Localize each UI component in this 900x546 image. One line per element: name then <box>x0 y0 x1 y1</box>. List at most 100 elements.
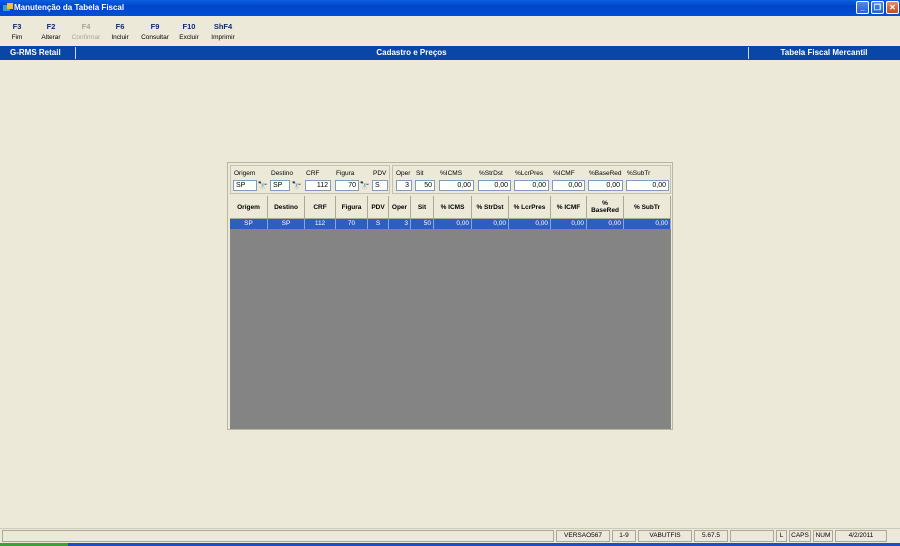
cell-crf: 112 <box>305 219 336 229</box>
grid-header: Origem Destino CRF Figura PDV Oper Sit %… <box>230 196 671 219</box>
pdv-field[interactable]: S <box>372 180 388 191</box>
module-panel: VABUTFIS <box>638 530 692 542</box>
cell-lcrpres: 0,00 <box>509 219 551 229</box>
app-icon <box>3 3 13 11</box>
lock-indicator: L <box>776 530 787 542</box>
col-header-lcrpres[interactable]: % LcrPres <box>509 196 551 219</box>
origem-field[interactable]: SP <box>233 180 257 191</box>
window-title: Manutenção da Tabela Fiscal <box>14 3 125 12</box>
icms-label: %ICMS <box>440 170 463 177</box>
col-header-icmf[interactable]: % ICMF <box>551 196 587 219</box>
cell-icmf: 0,00 <box>551 219 587 229</box>
col-header-pdv[interactable]: PDV <box>368 196 389 219</box>
col-header-icms[interactable]: % ICMS <box>434 196 472 219</box>
fiscal-grid[interactable]: Origem Destino CRF Figura PDV Oper Sit %… <box>230 196 671 429</box>
sit-label: Sit <box>416 170 424 177</box>
section-title: Cadastro e Preços <box>376 48 447 57</box>
col-header-strdst[interactable]: % StrDst <box>472 196 509 219</box>
screen-title: Tabela Fiscal Mercantil <box>780 48 868 57</box>
confirmar-key: F4 <box>81 22 91 31</box>
oper-label: Oper <box>396 170 411 177</box>
pdv-label: PDV <box>373 170 387 177</box>
incluir-key: F6 <box>115 22 125 31</box>
empty-panel <box>730 530 774 542</box>
figura-search-icon[interactable]: 🔭 <box>359 180 370 191</box>
crf-field[interactable]: 112 <box>305 180 331 191</box>
col-header-destino[interactable]: Destino <box>268 196 305 219</box>
figura-label: Figura <box>336 170 355 177</box>
build-panel: 5.67.5 <box>694 530 728 542</box>
destino-search-icon[interactable]: 🔭 <box>291 180 302 191</box>
figura-field[interactable]: 70 <box>335 180 359 191</box>
fiscal-table-panel: Origem SP 🔭 Destino SP 🔭 CRF 112 Figura … <box>227 162 673 430</box>
module-header: G-RMS Retail Cadastro e Preços Tabela Fi… <box>0 46 900 60</box>
destino-label: Destino <box>271 170 294 177</box>
imprimir-key: ShF4 <box>213 22 233 31</box>
cell-subtr: 0,00 <box>624 219 671 229</box>
table-row[interactable]: SP SP 112 70 S 3 50 0,00 0,00 0,00 0,00 … <box>230 219 671 229</box>
confirmar-label: Confirmar <box>71 34 101 41</box>
minimize-button[interactable]: _ <box>856 1 869 14</box>
cell-strdst: 0,00 <box>472 219 509 229</box>
cell-icms: 0,00 <box>434 219 472 229</box>
incluir-button[interactable]: F6 Incluir <box>109 22 131 41</box>
col-header-basered[interactable]: % BaseRed <box>587 196 624 219</box>
incluir-label: Incluir <box>111 34 129 41</box>
cell-basered: 0,00 <box>587 219 624 229</box>
col-header-oper[interactable]: Oper <box>389 196 411 219</box>
col-header-sit[interactable]: Sit <box>411 196 434 219</box>
filter-bar: Origem SP 🔭 Destino SP 🔭 CRF 112 Figura … <box>230 165 671 195</box>
excluir-label: Excluir <box>179 34 199 41</box>
col-header-origem[interactable]: Origem <box>230 196 268 219</box>
crf-label: CRF <box>306 170 320 177</box>
cell-origem: SP <box>230 219 268 229</box>
fim-label: Fim <box>11 34 23 41</box>
basered-field[interactable]: 0,00 <box>588 180 623 191</box>
cell-destino: SP <box>268 219 305 229</box>
subtr-field[interactable]: 0,00 <box>626 180 669 191</box>
status-message <box>2 530 554 542</box>
cell-figura: 70 <box>336 219 368 229</box>
lcrpres-field[interactable]: 0,00 <box>514 180 549 191</box>
num-indicator: NUM <box>813 530 833 542</box>
consultar-key: F9 <box>150 22 160 31</box>
icmf-label: %ICMF <box>553 170 575 177</box>
alterar-label: Alterar <box>41 34 61 41</box>
cell-oper: 3 <box>389 219 411 229</box>
excluir-button[interactable]: F10 Excluir <box>177 22 201 41</box>
strdst-field[interactable]: 0,00 <box>478 180 511 191</box>
alterar-button[interactable]: F2 Alterar <box>39 22 63 41</box>
key-filter-group: Origem SP 🔭 Destino SP 🔭 CRF 112 Figura … <box>230 165 390 194</box>
subtr-label: %SubTr <box>627 170 651 177</box>
col-header-figura[interactable]: Figura <box>336 196 368 219</box>
col-header-crf[interactable]: CRF <box>305 196 336 219</box>
confirmar-button[interactable]: F4 Confirmar <box>70 22 102 41</box>
close-button[interactable]: ✕ <box>886 1 899 14</box>
fim-key: F3 <box>12 22 22 31</box>
version-panel: VERSAO567 <box>556 530 610 542</box>
restore-button[interactable]: ❐ <box>871 1 884 14</box>
caps-indicator: CAPS <box>789 530 811 542</box>
cell-sit: 50 <box>411 219 434 229</box>
title-bar: Manutenção da Tabela Fiscal _ ❐ ✕ <box>0 0 900 16</box>
icms-field[interactable]: 0,00 <box>439 180 474 191</box>
oper-field[interactable]: 3 <box>396 180 412 191</box>
consultar-button[interactable]: F9 Consultar <box>139 22 171 41</box>
status-bar: VERSAO567 1-9 VABUTFIS 5.67.5 L CAPS NUM… <box>0 528 900 543</box>
basered-label: %BaseRed <box>589 170 622 177</box>
destino-field[interactable]: SP <box>270 180 290 191</box>
alterar-key: F2 <box>46 22 56 31</box>
consultar-label: Consultar <box>141 34 169 41</box>
col-header-subtr[interactable]: % SubTr <box>624 196 671 219</box>
date-panel: 4/2/2011 <box>835 530 887 542</box>
imprimir-button[interactable]: ShF4 Imprimir <box>208 22 238 41</box>
origem-search-icon[interactable]: 🔭 <box>257 180 268 191</box>
origem-label: Origem <box>234 170 256 177</box>
icmf-field[interactable]: 0,00 <box>552 180 585 191</box>
cell-pdv: S <box>368 219 389 229</box>
fim-button[interactable]: F3 Fim <box>6 22 28 41</box>
rate-filter-group: Oper 3 Sit 50 %ICMS 0,00 %StrDst 0,00 %L… <box>392 165 671 194</box>
sit-field[interactable]: 50 <box>415 180 435 191</box>
product-name: G-RMS Retail <box>10 48 61 57</box>
excluir-key: F10 <box>182 22 196 31</box>
